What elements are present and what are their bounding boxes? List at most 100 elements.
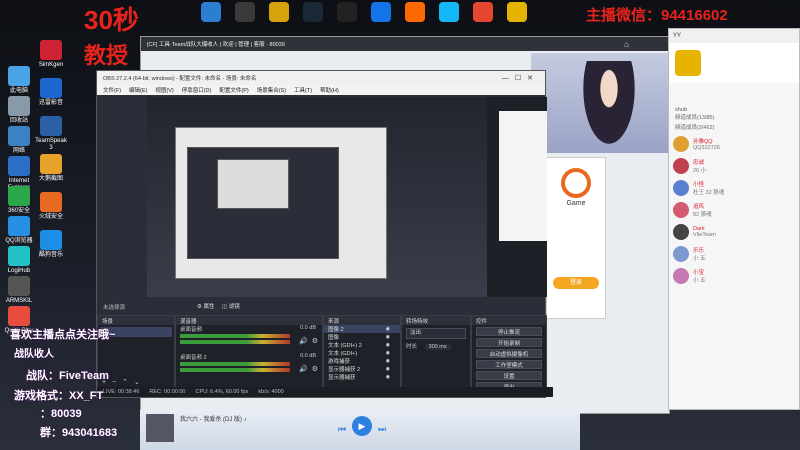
taskbar-app[interactable] <box>266 2 292 23</box>
member-note: 82 狼魂 <box>693 212 712 218</box>
control-button[interactable]: 启动虚拟摄像机 <box>476 349 542 358</box>
eye-icon[interactable]: ◉ <box>386 350 390 356</box>
taskbar-app[interactable] <box>504 2 530 23</box>
eye-icon[interactable]: ◉ <box>386 358 390 364</box>
eye-icon[interactable]: ◉ <box>386 334 390 340</box>
control-button[interactable]: 停止推流 <box>476 327 542 336</box>
member-name: 忠诚 <box>693 160 705 166</box>
media-player: 我六六 - 我爱杀 (DJ 版) ♪ ⏮ ▶ ⏭ <box>140 410 580 450</box>
taskbar-app[interactable] <box>436 2 462 23</box>
overlay-follow: 喜欢主播点点关注哦~ <box>10 329 116 341</box>
desktop-icon[interactable]: 酷狗音乐 <box>34 230 68 259</box>
desktop-icon[interactable]: LogiHub <box>2 246 36 275</box>
app-icon <box>40 230 62 250</box>
overlay-recruit: 战队收人 <box>14 349 54 360</box>
control-button[interactable]: 开始录制 <box>476 338 542 347</box>
properties-button[interactable]: ⚙ 属性 <box>197 302 214 310</box>
game-login-button[interactable]: 登录 <box>553 277 599 289</box>
desktop-icon[interactable]: 网络 <box>2 126 36 155</box>
obs-menu-item[interactable]: 视图(V) <box>155 86 173 94</box>
overlay-yy: ：80039 <box>40 408 82 420</box>
taskbar-app[interactable] <box>334 2 360 23</box>
taskbar-app[interactable] <box>198 2 224 23</box>
obs-menu-item[interactable]: 场景集合(S) <box>257 86 286 94</box>
desktop-icon[interactable]: QQ浏览器 <box>2 216 36 245</box>
app-icon <box>8 186 30 206</box>
source-item[interactable]: 游戏捕获 ◉ <box>324 357 400 365</box>
eye-icon[interactable]: ◉ <box>386 374 390 380</box>
member-row[interactable]: 小怪 杜王 32 狼魂 <box>669 177 799 199</box>
gear-icon[interactable]: ⚙ <box>312 337 318 345</box>
next-button[interactable]: ⏭ <box>378 424 386 435</box>
source-item[interactable]: 图像 2 ◉ <box>324 325 400 333</box>
home-icon[interactable]: ⌂ <box>624 40 629 49</box>
eye-icon[interactable]: ◉ <box>386 342 390 348</box>
member-note: 小 五 <box>693 256 706 262</box>
member-info: 乐乐小 五 <box>693 246 706 262</box>
app-icon <box>8 96 30 116</box>
live-status: LIVE: 00:38:46 <box>103 389 140 395</box>
obs-menu-item[interactable]: 帮助(H) <box>320 86 339 94</box>
taskbar-app[interactable] <box>402 2 428 23</box>
taskbar-app[interactable] <box>368 2 394 23</box>
transition-select[interactable]: 淡出 <box>406 328 466 339</box>
controls-dock: 控件 停止推流开始录制启动虚拟摄像机工作室模式设置退出 <box>471 315 547 391</box>
mixer-track: 桌面音频 0.0 dB 🔊 ⚙ <box>176 325 322 353</box>
desktop-icon[interactable]: 360安全 <box>2 186 36 215</box>
desktop-icon[interactable]: 大鹅截图 <box>34 154 68 183</box>
mixer-header: 混音器 <box>176 316 322 325</box>
member-row[interactable]: 乐乐小 五 <box>669 243 799 265</box>
obs-menu-item[interactable]: 文件(F) <box>103 86 121 94</box>
source-item[interactable]: 文本 (GDI+) 2 ◉ <box>324 341 400 349</box>
member-row[interactable]: 孙雅QQ QQ322726 <box>669 133 799 155</box>
member-info: 忠诚 26 小 <box>693 158 706 174</box>
speaker-icon[interactable]: 🔊 <box>299 337 308 345</box>
member-row[interactable]: 忠诚 26 小 <box>669 155 799 177</box>
desktop-icon-label: 回收站 <box>9 118 28 124</box>
source-item[interactable]: 图像 ◉ <box>324 333 400 341</box>
speaker-icon[interactable]: 🔊 <box>299 365 308 373</box>
duration-label: 时长 <box>406 344 418 350</box>
source-name: 文本 (GDI+) <box>328 351 358 357</box>
desktop-icon[interactable]: TeamSpeak 3 <box>34 116 68 152</box>
desktop-icon[interactable]: 回收站 <box>2 96 36 125</box>
taskbar-app[interactable] <box>470 2 496 23</box>
member-row[interactable]: 追风 82 狼魂 <box>669 199 799 221</box>
member-section-header[interactable]: 频道成员(2/462) <box>669 123 799 133</box>
desktop-icon[interactable]: ARMSKIL <box>2 276 36 305</box>
member-section-header[interactable]: 频道成员(13/85) <box>669 113 799 123</box>
gear-icon[interactable]: ⚙ <box>312 365 318 373</box>
source-item[interactable]: 文本 (GDI+) ◉ <box>324 349 400 357</box>
desktop-icon-label: SimKgen <box>38 62 64 68</box>
member-row[interactable]: 小宝小 五 <box>669 265 799 287</box>
desktop-icon-label: QQ浏览器 <box>5 238 33 244</box>
eye-icon[interactable]: ◉ <box>386 326 390 332</box>
app-icon <box>507 2 527 22</box>
member-info: 追风 82 狼魂 <box>693 202 712 218</box>
obs-menu-item[interactable]: 停靠窗口(D) <box>182 86 212 94</box>
cpu-status: CPU: 6.4%, 60.00 fps <box>195 389 249 395</box>
taskbar-app[interactable] <box>300 2 326 23</box>
source-item[interactable]: 显示器捕获 2 ◉ <box>324 365 400 373</box>
desktop-icon[interactable]: 火绒安全 <box>34 192 68 221</box>
chat-header <box>669 43 799 83</box>
window-controls[interactable]: —☐✕ <box>502 74 539 82</box>
obs-menu-item[interactable]: 编辑(E) <box>129 86 147 94</box>
obs-menu-item[interactable]: 工具(T) <box>294 86 312 94</box>
eye-icon[interactable]: ◉ <box>386 366 390 372</box>
obs-menu-item[interactable]: 配置文件(P) <box>219 86 248 94</box>
desktop-icon[interactable]: 迅雷影音 <box>34 78 68 107</box>
duration-input[interactable]: 300 ms <box>424 344 451 350</box>
prev-button[interactable]: ⏮ <box>338 424 346 435</box>
filters-button[interactable]: ◫ 滤镜 <box>222 302 240 310</box>
desktop-icon[interactable]: 此电脑 <box>2 66 36 95</box>
control-button[interactable]: 工作室模式 <box>476 360 542 369</box>
source-name: 图像 <box>328 335 340 341</box>
game-panel: Game 登录 <box>546 157 606 319</box>
control-button[interactable]: 设置 <box>476 371 542 380</box>
taskbar-app[interactable] <box>232 2 258 23</box>
source-item[interactable]: 显示器捕获 ◉ <box>324 373 400 381</box>
play-button[interactable]: ▶ <box>352 416 372 436</box>
desktop-icon[interactable]: SimKgen <box>34 40 68 69</box>
member-row[interactable]: Dark ViteTeam <box>669 221 799 243</box>
